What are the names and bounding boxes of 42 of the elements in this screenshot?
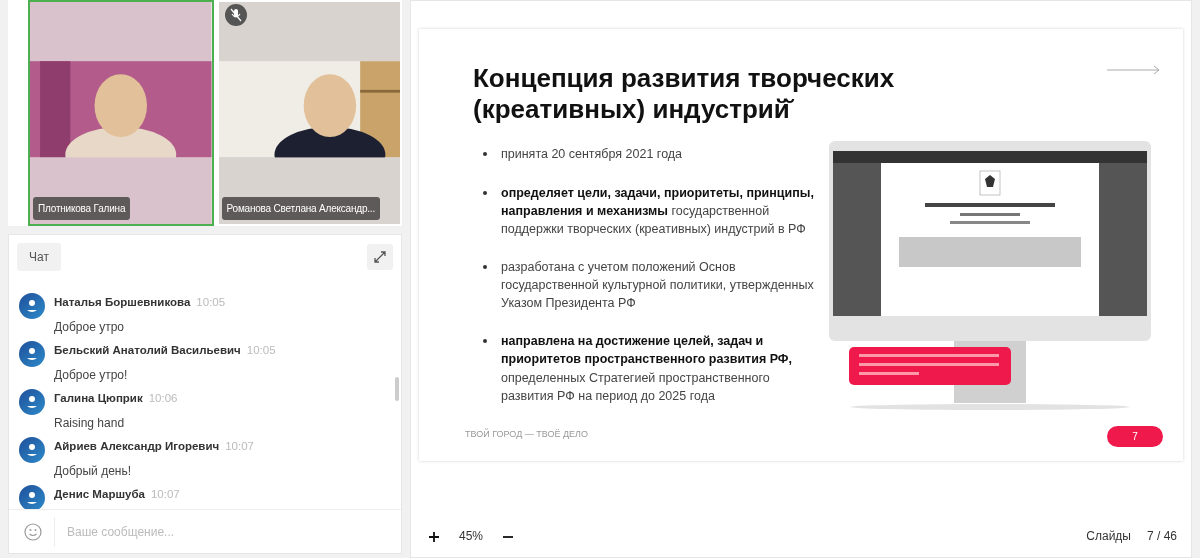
- author-name: Денис Маршуба: [54, 488, 145, 500]
- message-text: Доброе утро: [54, 319, 125, 336]
- message-time: 10:05: [196, 296, 226, 308]
- message-time: 10:06: [148, 392, 178, 404]
- slides-label: Слайды: [1086, 528, 1131, 545]
- chat-tab[interactable]: Чат: [17, 243, 61, 271]
- scrollbar[interactable]: [395, 377, 399, 401]
- author-name: Галина Цюприк: [54, 392, 143, 404]
- participant-name: Плотникова Галина: [33, 197, 131, 220]
- bullet-icon: [483, 190, 487, 195]
- avatar-icon: [19, 437, 45, 463]
- slide-footer: ТВОЙ ГОРОД — ТВОЁ ДЕЛО: [465, 427, 588, 441]
- bullet-icon: [483, 264, 487, 269]
- bullet-text: разработана с учетом положений Основ государственной культурной политики, утвержденных Указом Президента РФ: [501, 258, 815, 313]
- expand-button[interactable]: [367, 244, 393, 270]
- message-text: Доброе утро!: [54, 367, 129, 384]
- message-time: 10:07: [150, 488, 180, 500]
- message-text: Добрый день!: [54, 463, 133, 480]
- avatar-icon: [19, 485, 45, 509]
- arrow-icon: [1107, 65, 1161, 75]
- author-name: Айриев Александр Игоревич: [54, 440, 220, 452]
- plus-icon: [429, 531, 439, 542]
- message-time: 10:05: [246, 344, 276, 356]
- slide-title: Концепция развития творческих (креативных) индустрий̆: [473, 63, 896, 126]
- bullet-text: определяет цели, задачи, приоритеты, принципы, направления и механизмы государственной поддержки творческих (креативных) индустрий в РФ: [501, 184, 815, 238]
- avatar-icon: [19, 341, 45, 367]
- participant-name: Романова Светлана Александр...: [221, 197, 380, 220]
- avatar-icon: [19, 389, 45, 415]
- bullet-icon: [483, 339, 487, 344]
- zoom-level: 45%: [459, 528, 484, 545]
- slide-number: 7: [1107, 426, 1163, 447]
- message-text: Raising hand: [54, 415, 126, 432]
- message-time: 10:07: [225, 440, 254, 452]
- slide-counter: 7 / 46: [1146, 528, 1177, 545]
- expand-icon: [374, 251, 386, 263]
- avatar-icon: [19, 293, 45, 319]
- author-name: Наталья Боршевникова: [54, 296, 191, 308]
- bullet-icon: [483, 152, 487, 157]
- bullet-text: направлена на достижение целей, задач и приоритетов пространственного развития РФ, определенных Стратегией пространственного развития РФ на период до 2025 года: [501, 333, 793, 405]
- emoji-icon[interactable]: [24, 522, 42, 541]
- bullet-text: принята 20 сентября 2021 года: [501, 146, 683, 164]
- author-name: Бельский Анатолий Васильевич: [54, 344, 241, 356]
